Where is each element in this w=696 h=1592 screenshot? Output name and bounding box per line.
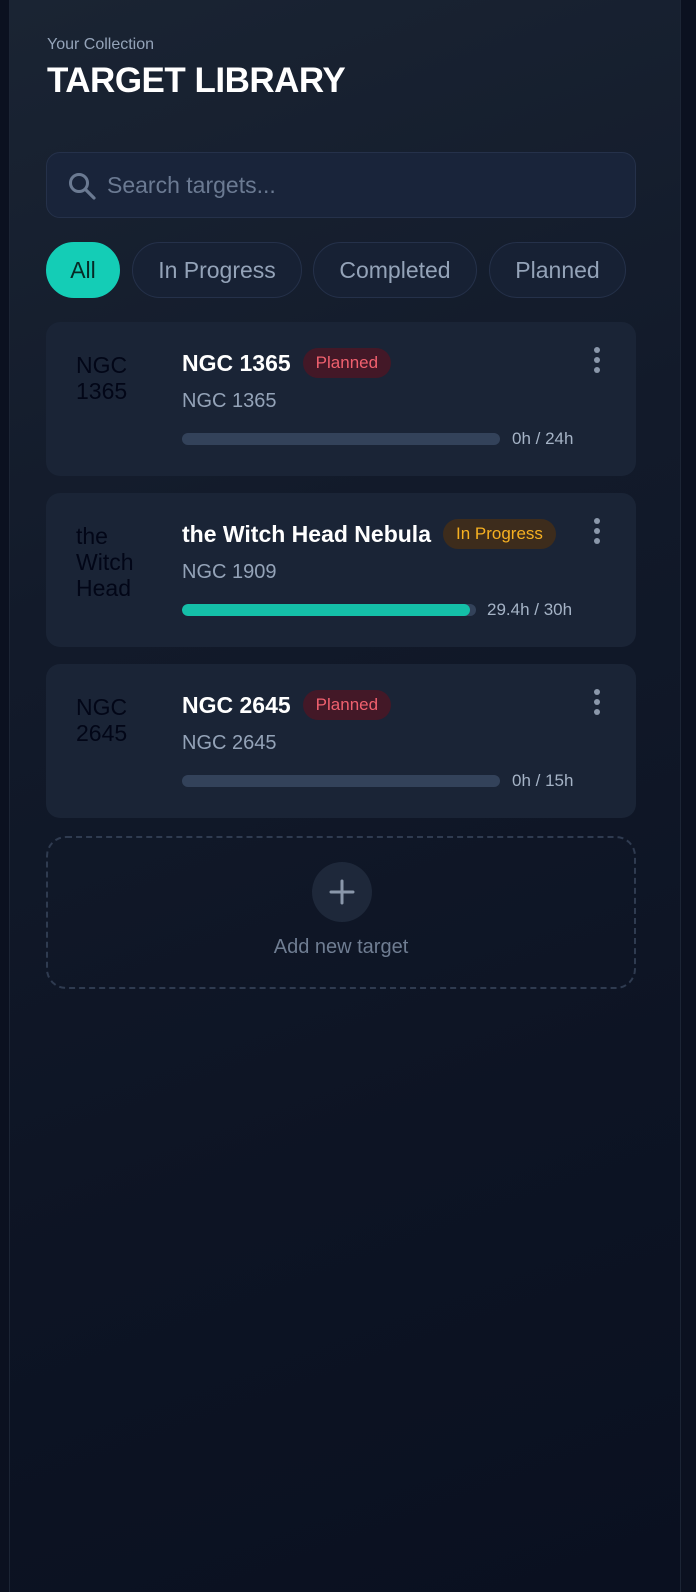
search-input[interactable] — [107, 153, 617, 217]
page-title: TARGET LIBRARY — [47, 61, 346, 100]
target-card[interactable]: the Witch Head the Witch Head Nebula In … — [46, 493, 636, 647]
filter-completed[interactable]: Completed — [313, 242, 477, 298]
target-card[interactable]: NGC 1365 NGC 1365 Planned NGC 1365 0h / … — [46, 322, 636, 476]
plus-icon — [312, 862, 372, 922]
more-options-icon[interactable] — [587, 686, 607, 718]
hours-label: 0h / 24h — [512, 429, 574, 448]
target-thumbnail: NGC 2645 — [76, 694, 128, 746]
target-card[interactable]: NGC 2645 NGC 2645 Planned NGC 2645 0h / … — [46, 664, 636, 818]
add-target-button[interactable]: Add new target — [46, 836, 636, 989]
more-options-icon[interactable] — [587, 515, 607, 547]
target-catalog: NGC 1909 — [182, 561, 277, 583]
search-bar[interactable] — [46, 152, 636, 218]
status-badge: In Progress — [443, 519, 556, 549]
filter-all[interactable]: All — [46, 242, 120, 298]
target-name: NGC 2645 — [182, 691, 291, 718]
status-badge: Planned — [302, 348, 392, 378]
progress-bar — [182, 604, 476, 616]
filter-in-progress[interactable]: In Progress — [132, 242, 302, 298]
target-thumbnail: the Witch Head — [76, 523, 134, 601]
progress-bar — [182, 433, 500, 445]
more-options-icon[interactable] — [587, 344, 607, 376]
search-icon — [69, 173, 96, 200]
status-badge: Planned — [302, 690, 392, 720]
app-screen: Your Collection TARGET LIBRARY All In Pr… — [9, 0, 681, 1592]
target-thumbnail: NGC 1365 — [76, 352, 128, 404]
progress-fill — [182, 604, 471, 616]
page-subtitle: Your Collection — [47, 36, 155, 53]
target-name: NGC 1365 — [182, 349, 291, 376]
add-target-label: Add new target — [273, 936, 409, 958]
target-catalog: NGC 1365 — [182, 390, 277, 412]
progress-bar — [182, 775, 500, 787]
target-name: the Witch Head Nebula — [182, 520, 431, 547]
hours-label: 29.4h / 30h — [487, 600, 573, 619]
hours-label: 0h / 15h — [512, 771, 574, 790]
filter-planned[interactable]: Planned — [489, 242, 626, 298]
target-catalog: NGC 2645 — [182, 732, 277, 754]
